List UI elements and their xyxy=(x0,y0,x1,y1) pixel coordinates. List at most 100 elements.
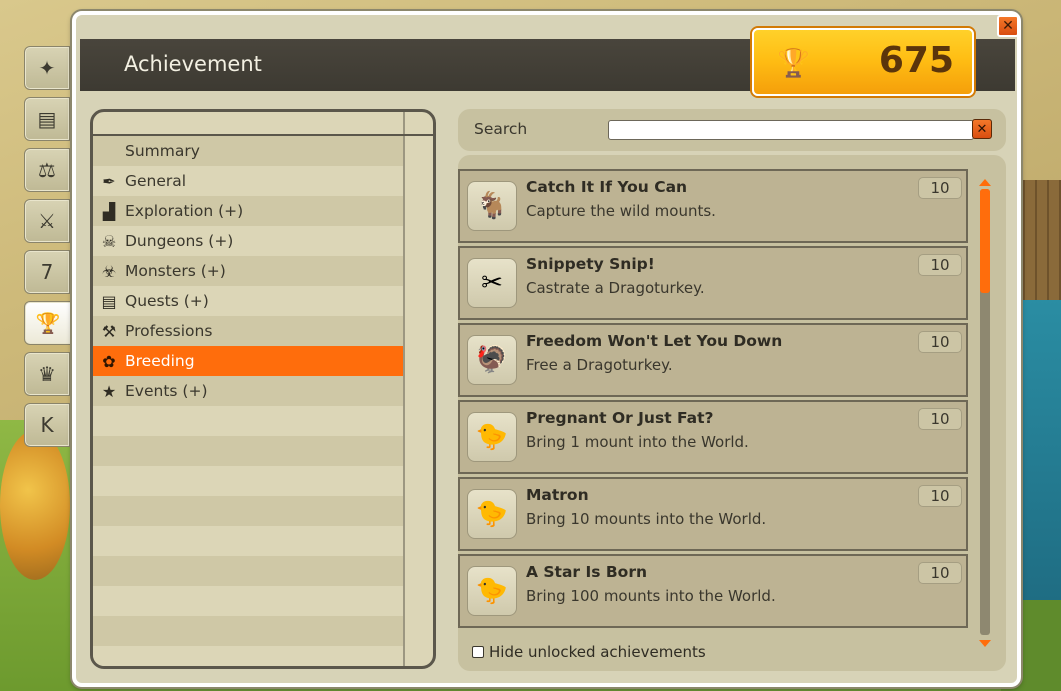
achievement-points: 10 xyxy=(918,254,962,276)
category-empty-row xyxy=(93,586,403,616)
side-tab-trophy[interactable]: 🏆 xyxy=(24,301,72,345)
category-empty-row xyxy=(93,526,403,556)
k-icon: K xyxy=(40,413,54,437)
wand-icon: ✦ xyxy=(38,56,56,80)
category-empty-row xyxy=(93,646,403,666)
achievement-points: 10 xyxy=(918,177,962,199)
boot-icon: ▟ xyxy=(102,201,116,221)
category-label: Dungeons (+) xyxy=(125,232,234,250)
achievement-row[interactable]: 🐤 A Star Is Born Bring 100 mounts into the… xyxy=(458,554,968,628)
close-window-button[interactable]: ✕ xyxy=(997,15,1019,37)
achievement-row[interactable]: 🐤 Matron Bring 10 mounts into the World. 10 xyxy=(458,477,968,551)
scroll-down-arrow-icon[interactable] xyxy=(979,640,991,647)
achievement-name: Freedom Won't Let You Down xyxy=(526,332,783,350)
achievement-points: 10 xyxy=(918,485,962,507)
search-bar: Search ✕ xyxy=(458,109,1006,151)
achievement-points: 10 xyxy=(918,562,962,584)
window-title: Achievement xyxy=(124,52,262,76)
category-list: Summary ✒ General ▟ Exploration (+) ☠ Dungeons… xyxy=(90,109,436,669)
baby-mount-10-icon: 🐤 xyxy=(467,489,517,539)
achievement-list[interactable]: 🐐 Catch It If You Can Capture the wild mou… xyxy=(458,169,974,631)
achievement-description: Bring 10 mounts into the World. xyxy=(526,510,767,528)
category-item[interactable]: Summary xyxy=(93,136,403,166)
category-item[interactable]: ☠ Dungeons (+) xyxy=(93,226,403,256)
category-label: General xyxy=(125,172,187,190)
achievement-description: Bring 1 mount into the World. xyxy=(526,433,749,451)
side-tab-k[interactable]: K xyxy=(24,403,70,447)
horned-skull-icon: ☠ xyxy=(101,231,117,251)
category-label: Quests (+) xyxy=(125,292,209,310)
achievement-description: Capture the wild mounts. xyxy=(526,202,716,220)
hide-unlocked-toggle[interactable]: Hide unlocked achievements xyxy=(472,643,706,661)
quill-icon: ✒ xyxy=(102,171,116,191)
hide-unlocked-checkbox[interactable] xyxy=(472,646,484,658)
dragoturkey-capture-icon: 🐐 xyxy=(467,181,517,231)
category-empty-row xyxy=(93,556,403,586)
category-item[interactable]: ▤ Quests (+) xyxy=(93,286,403,316)
achievement-points: 10 xyxy=(918,408,962,430)
achievement-name: Matron xyxy=(526,486,589,504)
baby-mount-icon: 🐤 xyxy=(467,412,517,462)
hammer-icon: ⚒ xyxy=(101,321,117,341)
achievement-scrollbar[interactable] xyxy=(978,179,992,647)
achievement-row[interactable]: ✂ Snippety Snip! Castrate a Dragoturkey. 10 xyxy=(458,246,968,320)
book-icon: ▤ xyxy=(37,107,57,131)
achievement-window: Achievement ✕ 🏆 675 Summary ✒ General ▟ Expl… xyxy=(72,11,1021,687)
category-item[interactable]: ★ Events (+) xyxy=(93,376,403,406)
achievement-name: Catch It If You Can xyxy=(526,178,688,196)
category-item[interactable]: ✿ Breeding xyxy=(93,346,403,376)
category-item[interactable]: ☣ Monsters (+) xyxy=(93,256,403,286)
score-value: 675 xyxy=(878,40,954,81)
category-item[interactable]: ⚒ Professions xyxy=(93,316,403,346)
achievement-description: Castrate a Dragoturkey. xyxy=(526,279,705,297)
scroll-up-arrow-icon[interactable] xyxy=(979,179,991,186)
achievement-name: A Star Is Born xyxy=(526,563,647,581)
scales-icon: ⚖ xyxy=(38,158,56,182)
scroll-icon: ▤ xyxy=(101,291,117,311)
clear-search-button[interactable]: ✕ xyxy=(972,119,992,139)
category-label: Monsters (+) xyxy=(125,262,226,280)
category-item[interactable]: ▟ Exploration (+) xyxy=(93,196,403,226)
achievement-row[interactable]: 🐐 Catch It If You Can Capture the wild mou… xyxy=(458,169,968,243)
trophy-icon: 🏆 xyxy=(776,46,811,79)
achievement-points: 10 xyxy=(918,331,962,353)
category-item[interactable]: ✒ General xyxy=(93,166,403,196)
achievement-description: Free a Dragoturkey. xyxy=(526,356,673,374)
achievement-name: Snippety Snip! xyxy=(526,255,655,273)
crown-icon: ♛ xyxy=(38,362,56,386)
crossed-weapons-icon: ⚔ xyxy=(38,209,56,233)
side-tabs: ✦ ▤ ⚖ ⚔ 7 🏆 ♛ K xyxy=(24,46,72,454)
side-tab-crossed-weapons[interactable]: ⚔ xyxy=(24,199,70,243)
scroll-thumb[interactable] xyxy=(980,189,990,293)
category-label: Professions xyxy=(125,322,213,340)
paw-icon: ✿ xyxy=(102,351,116,371)
side-tab-crown[interactable]: ♛ xyxy=(24,352,70,396)
category-label: Summary xyxy=(125,142,200,160)
freed-dragoturkey-icon: 🦃 xyxy=(467,335,517,385)
trophy-icon: 🏆 xyxy=(35,311,61,335)
achievement-row[interactable]: 🦃 Freedom Won't Let You Down Free a Dragot… xyxy=(458,323,968,397)
achievement-panel: 🐐 Catch It If You Can Capture the wild mou… xyxy=(458,155,1006,671)
achievement-score-badge: 🏆 675 xyxy=(752,28,974,96)
category-label: Exploration (+) xyxy=(125,202,244,220)
scissors-icon: ✂ xyxy=(467,258,517,308)
category-empty-row xyxy=(93,406,403,436)
baby-mount-100-icon: 🐤 xyxy=(467,566,517,616)
category-empty-row xyxy=(93,436,403,466)
side-tab-scales[interactable]: ⚖ xyxy=(24,148,70,192)
achievement-row[interactable]: 🐤 Pregnant Or Just Fat? Bring 1 mount into… xyxy=(458,400,968,474)
side-tab-book[interactable]: ▤ xyxy=(24,97,70,141)
search-label: Search xyxy=(474,120,528,138)
star-icon: ★ xyxy=(101,381,117,401)
achievement-description: Bring 100 mounts into the World. xyxy=(526,587,776,605)
category-label: Breeding xyxy=(125,352,195,370)
monster-icon: ☣ xyxy=(101,261,117,281)
side-tab-calendar[interactable]: 7 xyxy=(24,250,70,294)
category-empty-row xyxy=(93,496,403,526)
category-empty-row xyxy=(93,616,403,646)
hide-unlocked-label: Hide unlocked achievements xyxy=(489,643,706,661)
side-tab-wand[interactable]: ✦ xyxy=(24,46,70,90)
category-empty-row xyxy=(93,466,403,496)
search-input[interactable] xyxy=(608,120,974,140)
category-label: Events (+) xyxy=(125,382,208,400)
